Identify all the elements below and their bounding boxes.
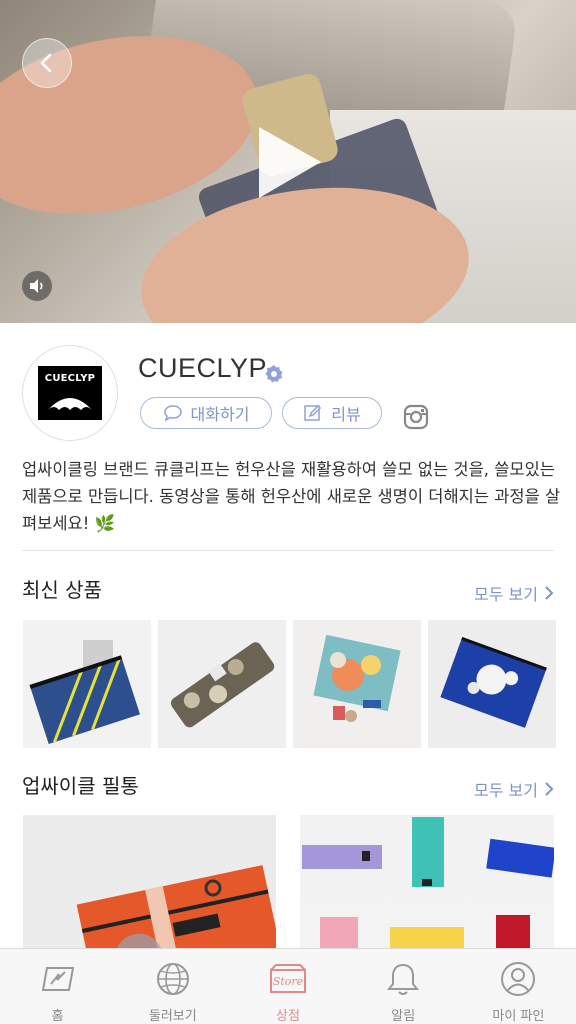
umbrella-icon [48,398,92,410]
product-image [440,637,547,728]
see-all-pencil-case-link[interactable]: 모두 보기 [474,777,554,801]
see-all-label: 모두 보기 [474,585,538,604]
home-icon [41,967,74,991]
review-button[interactable]: 리뷰 [282,397,382,429]
brand-logo: CUECLYP [22,345,118,441]
chevron-left-icon [40,53,52,73]
section-title-pencil-case: 업싸이클 필통 [22,774,139,798]
store-icon: Store [270,964,306,993]
tab-label: 마이 파인 [492,1009,545,1024]
tab-label: 알림 [391,1009,416,1024]
tab-label: 홈 [51,1009,64,1024]
back-button[interactable] [22,38,72,88]
brand-description: 업싸이클링 브랜드 큐클리프는 헌우산을 재활용하여 쓸모 없는 것을, 쓸모있… [22,460,561,533]
speaker-icon [30,279,43,293]
product-image [29,640,141,744]
pencil-case-image [76,865,276,955]
pencil-case-collage-image [300,815,554,955]
tab-label: 둘러보기 [148,1009,197,1024]
product-thumbnail[interactable] [428,620,556,748]
tab-browse[interactable]: 둘러보기 [115,949,230,1024]
product-image [313,634,401,722]
edit-icon [304,404,322,421]
section-title-latest: 최신 상품 [22,578,102,602]
chevron-right-icon [545,586,554,600]
product-image [170,642,275,728]
tab-home[interactable]: 홈 [0,949,115,1024]
product-thumbnail[interactable] [23,620,151,748]
product-image-grid[interactable] [300,815,554,955]
tab-notifications[interactable]: 알림 [346,949,461,1024]
tab-label: 상점 [276,1009,300,1024]
profile-icon [501,962,536,996]
tab-store[interactable]: Store 상점 [230,949,345,1024]
bottom-tab-bar: 홈 둘러보기 Store 상점 알림 마이 파인 [0,948,576,1024]
product-thumbnail[interactable] [158,620,286,748]
divider [22,550,554,551]
svg-text:Store: Store [273,975,304,988]
see-all-label: 모두 보기 [474,781,538,800]
chevron-right-icon [545,782,554,796]
instagram-icon[interactable] [403,404,429,430]
see-all-latest-link[interactable]: 모두 보기 [474,581,554,605]
speech-bubble-icon [163,405,182,422]
tab-my-page[interactable]: 마이 파인 [461,949,576,1024]
brand-name: CUECLYP [138,353,268,383]
product-image-large[interactable] [23,815,276,955]
play-icon[interactable] [255,125,325,200]
verified-badge-icon [265,365,283,383]
sound-button[interactable] [22,271,52,301]
globe-icon [156,963,189,995]
review-button-label: 리뷰 [331,405,361,424]
hero-video[interactable] [0,0,576,323]
chat-button[interactable]: 대화하기 [140,397,272,429]
product-thumbnail[interactable] [293,620,421,748]
chat-button-label: 대화하기 [190,405,250,424]
bell-icon [387,963,420,995]
